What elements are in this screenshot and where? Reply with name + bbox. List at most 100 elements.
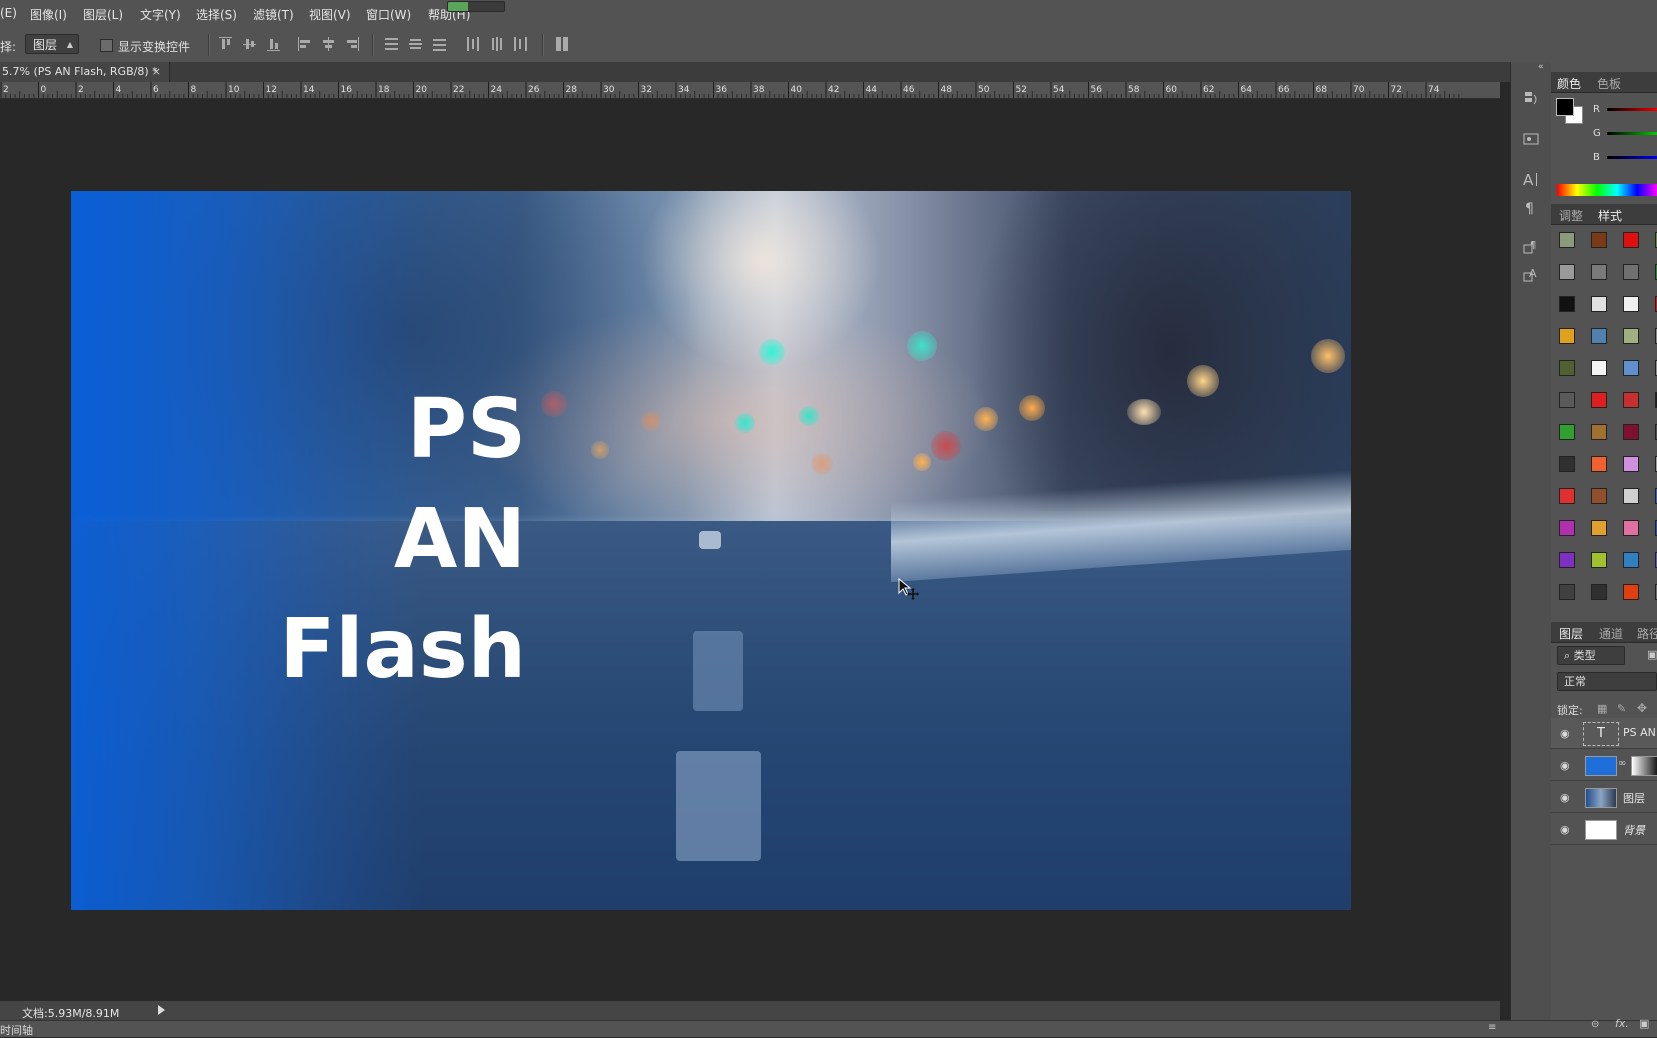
layer-row[interactable]: ◉ T PS AN	[1551, 718, 1657, 749]
layer-row[interactable]: ◉ ∞	[1551, 750, 1657, 781]
style-preset-swatch[interactable]	[1623, 552, 1639, 568]
style-preset-swatch[interactable]	[1559, 392, 1575, 408]
distribute-hcenter-icon[interactable]	[490, 37, 503, 51]
menu-image[interactable]: 图像(I)	[30, 6, 67, 23]
style-preset-swatch[interactable]	[1559, 520, 1575, 536]
canvas-text-line3[interactable]: Flash	[279, 609, 526, 691]
style-preset-swatch[interactable]	[1623, 456, 1639, 472]
style-preset-swatch[interactable]	[1591, 552, 1607, 568]
distribute-left-icon[interactable]	[466, 37, 479, 51]
paragraph-styles-icon[interactable]: ¶	[1522, 238, 1540, 256]
layer-row[interactable]: ◉ 图层	[1551, 782, 1657, 813]
visibility-eye-icon[interactable]: ◉	[1560, 727, 1570, 740]
lock-transparent-icon[interactable]: ▦	[1597, 702, 1607, 715]
style-preset-swatch[interactable]	[1591, 424, 1607, 440]
style-preset-swatch[interactable]	[1623, 392, 1639, 408]
character-icon[interactable]: A	[1522, 170, 1540, 188]
menu-filter[interactable]: 滤镜(T)	[253, 6, 294, 23]
style-preset-swatch[interactable]	[1591, 488, 1607, 504]
style-preset-swatch[interactable]	[1559, 328, 1575, 344]
add-mask-icon[interactable]: ▣	[1639, 1017, 1649, 1030]
style-preset-swatch[interactable]	[1623, 360, 1639, 376]
style-preset-swatch[interactable]	[1591, 456, 1607, 472]
menu-layer[interactable]: 图层(L)	[83, 6, 123, 23]
style-preset-swatch[interactable]	[1559, 360, 1575, 376]
fx-button[interactable]: fx.	[1615, 1017, 1629, 1030]
style-preset-swatch[interactable]	[1623, 424, 1639, 440]
history-icon[interactable]	[1522, 90, 1540, 108]
foreground-color-swatch[interactable]	[1556, 98, 1574, 116]
visibility-eye-icon[interactable]: ◉	[1560, 791, 1570, 804]
channel-g-slider[interactable]	[1607, 132, 1657, 135]
menu-select[interactable]: 选择(S)	[196, 6, 237, 23]
link-layers-icon[interactable]: ⊝	[1591, 1019, 1599, 1030]
style-preset-swatch[interactable]	[1559, 488, 1575, 504]
style-preset-swatch[interactable]	[1591, 584, 1607, 600]
tab-paths[interactable]: 路径	[1637, 625, 1657, 642]
character-styles-icon[interactable]: A	[1522, 266, 1540, 284]
style-preset-swatch[interactable]	[1623, 232, 1639, 248]
lock-move-icon[interactable]: ✥	[1637, 701, 1647, 715]
properties-icon[interactable]	[1522, 130, 1540, 148]
tab-channels[interactable]: 通道	[1599, 625, 1623, 642]
close-icon[interactable]: ×	[152, 62, 161, 82]
menu-type[interactable]: 文字(Y)	[140, 6, 181, 23]
menu-edit[interactable]: (E)	[0, 6, 17, 20]
tab-layers[interactable]: 图层	[1559, 625, 1583, 642]
style-preset-swatch[interactable]	[1559, 232, 1575, 248]
style-preset-swatch[interactable]	[1559, 296, 1575, 312]
style-preset-swatch[interactable]	[1591, 264, 1607, 280]
style-preset-swatch[interactable]	[1623, 296, 1639, 312]
style-preset-swatch[interactable]	[1591, 296, 1607, 312]
color-ramp[interactable]	[1557, 184, 1657, 196]
document-image[interactable]: PS AN Flash	[71, 191, 1351, 910]
blend-mode-dropdown[interactable]: 正常	[1557, 672, 1657, 691]
layer-filter-dropdown[interactable]: ⌕ 类型	[1557, 646, 1625, 665]
document-tab[interactable]: 5.7% (PS AN Flash, RGB/8) * ×	[0, 62, 170, 82]
panel-menu-icon[interactable]: ≡	[1488, 1022, 1496, 1033]
canvas-text-line1[interactable]: PS	[407, 389, 526, 471]
style-preset-swatch[interactable]	[1559, 264, 1575, 280]
paragraph-icon[interactable]: ¶	[1522, 198, 1540, 216]
style-preset-swatch[interactable]	[1623, 264, 1639, 280]
style-preset-swatch[interactable]	[1623, 488, 1639, 504]
auto-select-dropdown[interactable]: 图层 ▲	[25, 34, 79, 54]
style-preset-swatch[interactable]	[1591, 360, 1607, 376]
visibility-eye-icon[interactable]: ◉	[1560, 759, 1570, 772]
tab-swatches[interactable]: 色板	[1597, 75, 1621, 92]
layer-row[interactable]: ◉ 背景	[1551, 814, 1657, 845]
style-preset-swatch[interactable]	[1591, 520, 1607, 536]
horizontal-ruler[interactable]: 2 0 2 4 6 8 10 12 14 16 18 20 22 24 26 28 30 32 34 36 38 40 42…	[0, 82, 1500, 99]
style-preset-swatch[interactable]	[1591, 328, 1607, 344]
canvas-text-line2[interactable]: AN	[394, 499, 526, 581]
visibility-eye-icon[interactable]: ◉	[1560, 823, 1570, 836]
channel-r-slider[interactable]	[1607, 108, 1657, 111]
channel-b-slider[interactable]	[1607, 156, 1657, 159]
tab-styles[interactable]: 样式	[1598, 207, 1622, 224]
distribute-vcenter-icon[interactable]	[409, 37, 422, 51]
style-preset-swatch[interactable]	[1623, 520, 1639, 536]
style-preset-swatch[interactable]	[1623, 328, 1639, 344]
status-menu-arrow-icon[interactable]	[158, 1005, 165, 1015]
distribute-right-icon[interactable]	[514, 37, 527, 51]
align-bottom-icon[interactable]	[267, 37, 280, 51]
style-preset-swatch[interactable]	[1559, 552, 1575, 568]
show-transform-checkbox[interactable]	[100, 39, 113, 52]
collapse-icon[interactable]: «	[1538, 62, 1544, 72]
align-vcenter-icon[interactable]	[243, 37, 256, 51]
align-right-icon[interactable]	[346, 37, 359, 51]
distribute-top-icon[interactable]	[385, 37, 398, 51]
auto-align-icon[interactable]	[556, 37, 569, 51]
style-preset-swatch[interactable]	[1591, 232, 1607, 248]
align-hcenter-icon[interactable]	[322, 37, 335, 51]
style-preset-swatch[interactable]	[1559, 456, 1575, 472]
filter-image-icon[interactable]: ▣	[1647, 648, 1657, 661]
style-preset-swatch[interactable]	[1623, 584, 1639, 600]
align-left-icon[interactable]	[298, 37, 311, 51]
align-top-icon[interactable]	[219, 37, 232, 51]
lock-brush-icon[interactable]: ✎	[1617, 702, 1626, 715]
distribute-bottom-icon[interactable]	[433, 37, 446, 51]
style-preset-swatch[interactable]	[1559, 584, 1575, 600]
tab-color[interactable]: 颜色	[1557, 75, 1581, 92]
style-preset-swatch[interactable]	[1559, 424, 1575, 440]
